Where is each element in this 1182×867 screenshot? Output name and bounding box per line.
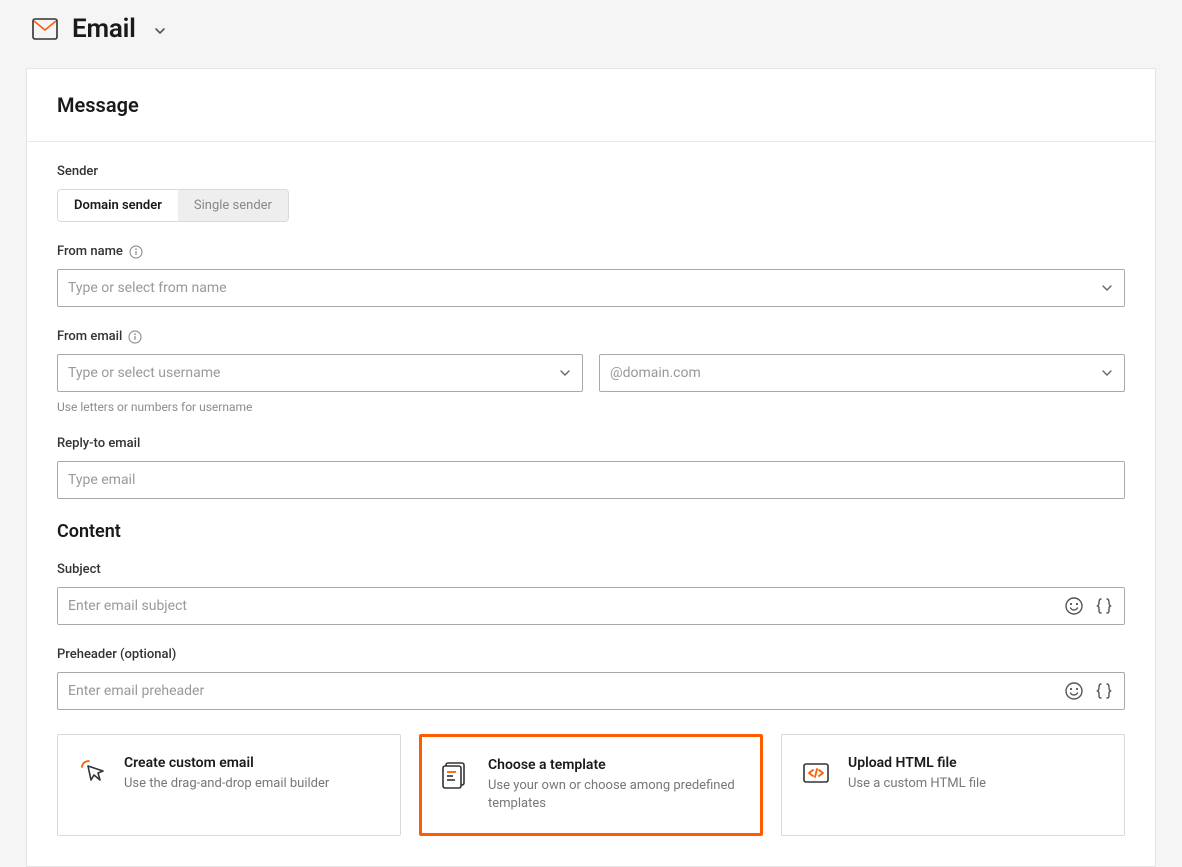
- single-sender-tab[interactable]: Single sender: [178, 189, 289, 222]
- from-email-username-select[interactable]: [57, 354, 583, 392]
- from-name-field: From name: [57, 244, 1125, 307]
- content-heading: Content: [57, 521, 1125, 542]
- from-email-username-input[interactable]: [68, 365, 546, 381]
- from-email-domain-select[interactable]: [599, 354, 1125, 392]
- subject-label: Subject: [57, 562, 1125, 577]
- choose-template-card[interactable]: Choose a template Use your own or choose…: [419, 734, 763, 836]
- sender-type-segmented: Domain sender Single sender: [57, 189, 289, 222]
- emoji-icon[interactable]: [1064, 596, 1084, 616]
- envelope-icon: [32, 18, 58, 40]
- chevron-down-icon: [558, 366, 572, 380]
- option-title: Choose a template: [488, 757, 742, 773]
- info-icon[interactable]: [128, 330, 142, 344]
- option-desc: Use your own or choose among predefined …: [488, 777, 742, 813]
- preheader-field: Preheader (optional): [57, 647, 1125, 710]
- option-desc: Use the drag-and-drop email builder: [124, 775, 329, 793]
- sender-label: Sender: [57, 164, 1125, 179]
- code-icon: [800, 755, 832, 815]
- chevron-down-icon: [1100, 366, 1114, 380]
- content-options: Create custom email Use the drag-and-dro…: [57, 734, 1125, 836]
- from-name-select[interactable]: [57, 269, 1125, 307]
- option-desc: Use a custom HTML file: [848, 775, 986, 793]
- domain-sender-tab[interactable]: Domain sender: [57, 189, 178, 222]
- from-name-input[interactable]: [68, 280, 1088, 296]
- message-card: Message Sender Domain sender Single send…: [26, 68, 1156, 867]
- info-icon[interactable]: [129, 245, 143, 259]
- create-custom-email-card[interactable]: Create custom email Use the drag-and-dro…: [57, 734, 401, 836]
- reply-to-input[interactable]: [68, 472, 1114, 488]
- sender-field: Sender Domain sender Single sender: [57, 164, 1125, 222]
- subject-field: Subject: [57, 562, 1125, 625]
- title-dropdown[interactable]: [152, 23, 168, 39]
- card-header: Message: [27, 69, 1155, 142]
- reply-to-label: Reply-to email: [57, 436, 1125, 451]
- subject-input[interactable]: [68, 598, 1114, 614]
- from-email-helper: Use letters or numbers for username: [57, 400, 1125, 414]
- emoji-icon[interactable]: [1064, 681, 1084, 701]
- message-heading: Message: [57, 93, 1125, 117]
- from-email-domain-input[interactable]: [610, 365, 1088, 381]
- template-icon: [440, 757, 472, 813]
- option-title: Upload HTML file: [848, 755, 986, 771]
- preheader-label: Preheader (optional): [57, 647, 1125, 662]
- option-title: Create custom email: [124, 755, 329, 771]
- from-name-label: From name: [57, 244, 123, 259]
- reply-to-field: Reply-to email: [57, 436, 1125, 499]
- from-email-label: From email: [57, 329, 122, 344]
- page-title: Email: [72, 14, 136, 44]
- page-header: Email: [0, 0, 1182, 60]
- upload-html-card[interactable]: Upload HTML file Use a custom HTML file: [781, 734, 1125, 836]
- cursor-click-icon: [76, 755, 108, 815]
- preheader-input[interactable]: [68, 683, 1114, 699]
- from-email-field: From email Use letters or numbers for us…: [57, 329, 1125, 414]
- chevron-down-icon: [1100, 281, 1114, 295]
- braces-icon[interactable]: [1094, 681, 1114, 701]
- braces-icon[interactable]: [1094, 596, 1114, 616]
